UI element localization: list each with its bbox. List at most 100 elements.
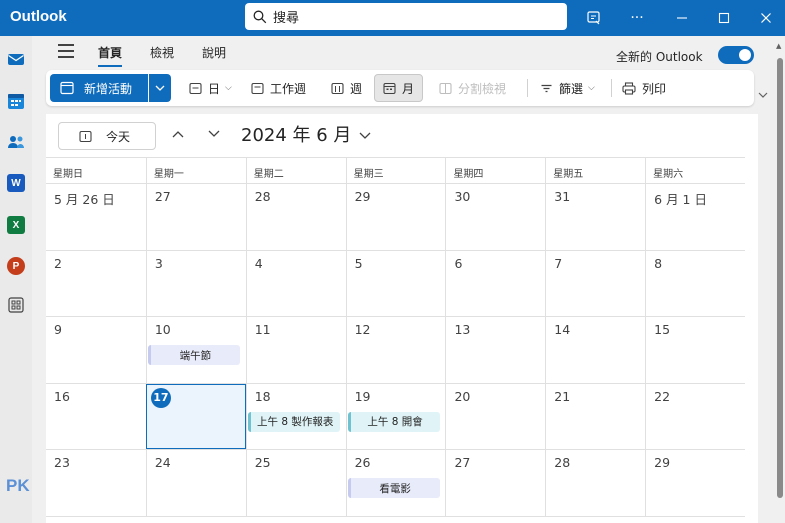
- day-cell[interactable]: 21: [545, 383, 645, 449]
- word-icon[interactable]: W: [7, 174, 25, 192]
- maximize-icon[interactable]: [712, 6, 736, 30]
- day-cell[interactable]: 3: [145, 250, 246, 316]
- day-cell[interactable]: 13: [445, 317, 545, 383]
- apps-icon[interactable]: [7, 296, 25, 314]
- app-rail: W X P: [0, 36, 32, 523]
- ribbon-divider: [527, 79, 528, 97]
- day-view-button[interactable]: 日 ⌵: [189, 74, 232, 102]
- month-view-button[interactable]: 月: [374, 74, 424, 102]
- work-week-button[interactable]: 工作週: [251, 74, 306, 102]
- day-number: 17: [150, 387, 171, 408]
- new-event-button[interactable]: 新增活動: [50, 74, 148, 102]
- day-cell[interactable]: 28: [245, 184, 346, 250]
- next-month-button[interactable]: [208, 127, 220, 141]
- more-icon[interactable]: ···: [625, 6, 649, 30]
- day-cell[interactable]: 4: [245, 250, 346, 316]
- day-cell[interactable]: 6 月 1 日: [645, 184, 745, 250]
- print-button[interactable]: 列印: [622, 74, 666, 102]
- calendar-icon[interactable]: [7, 92, 25, 110]
- calendar-event[interactable]: 看電影: [347, 478, 440, 498]
- day-number: 28: [254, 189, 271, 204]
- notes-icon[interactable]: [582, 6, 606, 30]
- hamburger-icon[interactable]: [58, 44, 74, 58]
- chevron-down-icon: [208, 130, 220, 137]
- day-cell[interactable]: 11: [245, 317, 346, 383]
- week-view-label: 週: [350, 81, 363, 96]
- minimize-icon[interactable]: [670, 6, 694, 30]
- weekday-header: 星期二: [245, 158, 346, 183]
- work-week-label: 工作週: [270, 81, 307, 96]
- calendar-event[interactable]: 上午 8 製作報表: [247, 411, 340, 432]
- week-row: 2 3 4 5 6 7 8: [46, 250, 745, 317]
- week-view-button[interactable]: 週: [331, 74, 362, 102]
- ribbon-expand-icon[interactable]: [758, 90, 768, 101]
- day-cell-today[interactable]: 17: [145, 383, 246, 449]
- tab-help[interactable]: 說明: [202, 44, 226, 61]
- people-icon[interactable]: [7, 133, 25, 151]
- day-cell[interactable]: 22: [645, 383, 745, 449]
- day-number: 4: [254, 255, 263, 271]
- day-number: 2: [54, 255, 62, 271]
- split-view-button[interactable]: 分割檢視: [439, 74, 506, 102]
- scrollbar[interactable]: ▲: [775, 36, 785, 523]
- day-cell[interactable]: 29: [345, 184, 446, 250]
- day-cell[interactable]: 20: [445, 383, 545, 449]
- day-cell[interactable]: 30: [445, 184, 545, 250]
- calendar-event[interactable]: 上午 8 開會: [347, 411, 440, 432]
- month-view-label: 月: [402, 81, 415, 96]
- weeks-container: 5 月 26 日 27 28 29 30 31 6 月 1 日 2 3 4 5 6 7 8 9 10 端午節 11…: [46, 184, 745, 517]
- previous-month-button[interactable]: [172, 127, 184, 141]
- chevron-down-icon: [359, 130, 371, 143]
- tab-view[interactable]: 檢視: [150, 44, 174, 61]
- day-cell[interactable]: 27: [445, 450, 545, 516]
- day-cell[interactable]: 24: [145, 450, 246, 516]
- day-number: 8: [654, 255, 663, 271]
- day-cell[interactable]: 5: [345, 250, 446, 316]
- day-cell[interactable]: 7: [545, 250, 645, 316]
- scroll-thumb[interactable]: [777, 58, 783, 498]
- calendar-event[interactable]: 端午節: [147, 345, 240, 365]
- day-cell[interactable]: 2: [46, 251, 146, 317]
- day-number: 28: [554, 455, 571, 470]
- day-number: 5 月 26 日: [54, 192, 115, 207]
- filter-button[interactable]: 篩選 ⌵: [540, 74, 595, 102]
- day-cell[interactable]: 29: [645, 450, 745, 516]
- day-cell[interactable]: 16: [46, 384, 146, 450]
- search-box[interactable]: 搜尋: [245, 3, 567, 30]
- mail-icon[interactable]: [7, 50, 25, 68]
- excel-icon[interactable]: X: [7, 216, 25, 234]
- today-button[interactable]: 今天: [58, 122, 156, 150]
- month-title[interactable]: 2024 年 6 月: [241, 121, 371, 147]
- day-cell[interactable]: 8: [645, 250, 745, 316]
- day-cell[interactable]: 14: [545, 317, 645, 383]
- day-cell[interactable]: 18 上午 8 製作報表: [245, 383, 346, 449]
- day-cell[interactable]: 5 月 26 日: [46, 184, 146, 250]
- month-title-text: 2024 年 6 月: [241, 125, 352, 146]
- chevron-up-icon: [172, 131, 184, 138]
- day-cell[interactable]: 15: [645, 317, 745, 383]
- day-cell[interactable]: 12: [345, 317, 446, 383]
- close-icon[interactable]: [754, 6, 778, 30]
- scroll-up-icon[interactable]: ▲: [776, 42, 781, 50]
- day-cell[interactable]: 6: [445, 250, 545, 316]
- tab-home[interactable]: 首頁: [98, 44, 123, 67]
- day-cell[interactable]: 23: [46, 450, 146, 516]
- day-cell[interactable]: 19 上午 8 開會: [345, 383, 446, 449]
- new-outlook-toggle[interactable]: [718, 46, 754, 64]
- day-number: 22: [654, 388, 671, 404]
- search-input[interactable]: 搜尋: [273, 7, 299, 26]
- day-cell[interactable]: 25: [245, 450, 346, 516]
- day-number: 14: [554, 322, 571, 337]
- day-number: 18: [254, 388, 271, 404]
- day-cell[interactable]: 28: [545, 450, 645, 516]
- day-cell[interactable]: 26 看電影: [345, 450, 446, 516]
- filter-label: 篩選: [559, 81, 584, 96]
- day-cell[interactable]: 9: [46, 317, 146, 383]
- day-cell[interactable]: 31: [545, 184, 645, 250]
- powerpoint-icon[interactable]: P: [7, 257, 25, 275]
- day-number: 5: [354, 255, 363, 271]
- day-cell[interactable]: 10 端午節: [145, 317, 246, 383]
- day-cell[interactable]: 27: [145, 184, 246, 250]
- new-event-dropdown[interactable]: [149, 74, 171, 102]
- split-view-label: 分割檢視: [458, 81, 507, 96]
